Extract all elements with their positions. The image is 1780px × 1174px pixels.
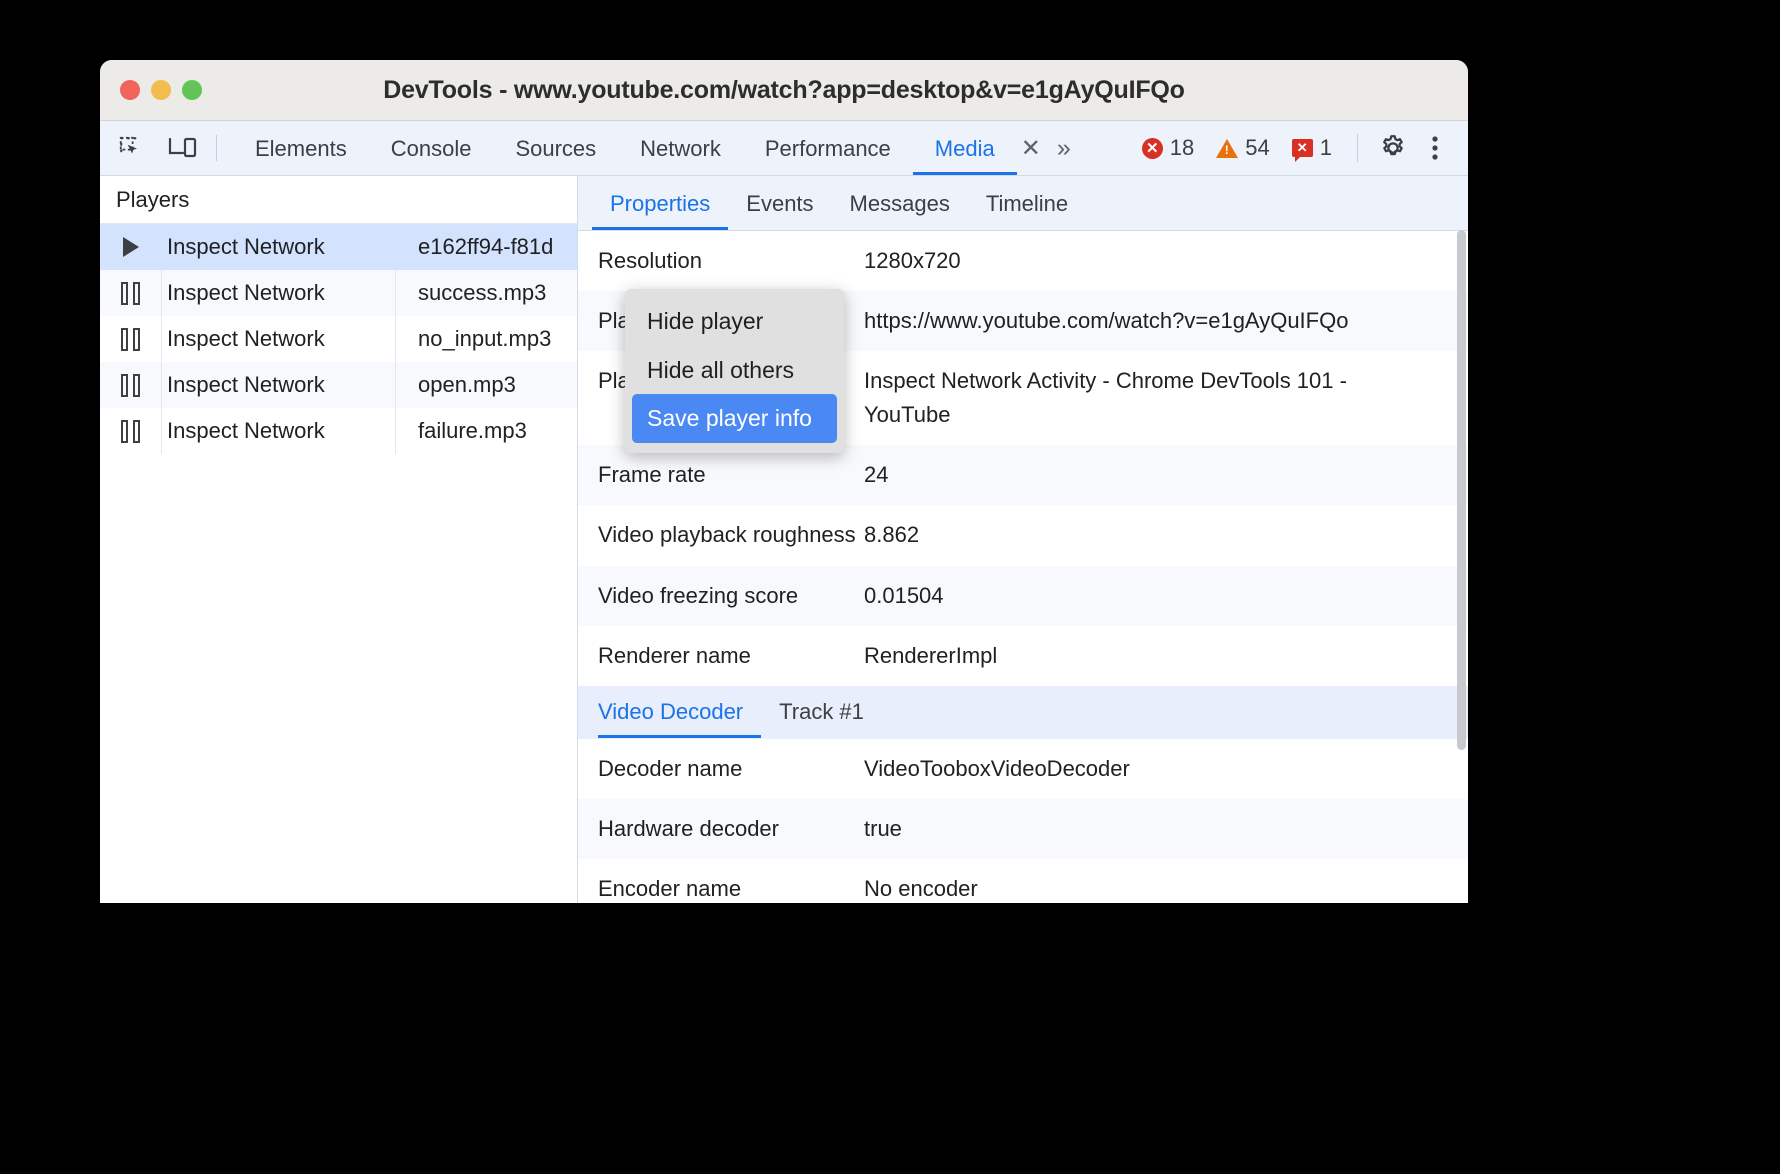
property-row: Video playback roughness 8.862 xyxy=(578,505,1468,565)
devtools-tab-list: Elements Console Sources Network Perform… xyxy=(233,122,1071,175)
issue-counter[interactable]: ✕ 1 xyxy=(1285,135,1339,162)
scrollbar-thumb[interactable] xyxy=(1457,230,1466,750)
tab-video-track-1[interactable]: Track #1 xyxy=(779,686,882,738)
pause-icon xyxy=(100,270,161,316)
kebab-menu-icon[interactable] xyxy=(1418,131,1452,165)
player-name: Inspect Network xyxy=(161,362,396,408)
issue-count: 1 xyxy=(1319,135,1332,160)
property-key: Video freezing score xyxy=(598,582,799,608)
player-name: Inspect Network xyxy=(167,234,325,259)
details-panel: Properties Events Messages Timeline Reso… xyxy=(578,176,1468,903)
property-key: Hardware decoder xyxy=(598,815,779,841)
property-value: https://www.youtube.com/watch?v=e1gAyQuI… xyxy=(864,308,1349,334)
gear-icon[interactable] xyxy=(1376,131,1410,165)
devtools-toolbar: Elements Console Sources Network Perform… xyxy=(100,121,1468,176)
inspect-element-icon[interactable] xyxy=(114,131,148,165)
pause-icon xyxy=(100,408,161,454)
player-id: success.mp3 xyxy=(418,280,547,305)
tab-elements[interactable]: Elements xyxy=(233,122,369,175)
player-row[interactable]: Inspect Network e162ff94-f81d xyxy=(100,224,577,270)
more-tabs-icon[interactable]: » xyxy=(1057,134,1071,163)
tab-events[interactable]: Events xyxy=(728,177,831,230)
tab-properties[interactable]: Properties xyxy=(592,177,728,230)
tab-video-decoder[interactable]: Video Decoder xyxy=(598,686,761,738)
details-tab-list: Properties Events Messages Timeline xyxy=(578,176,1468,231)
property-value: No encoder xyxy=(864,875,978,901)
property-key: Frame rate xyxy=(598,462,706,488)
property-row: Renderer name RendererImpl xyxy=(578,626,1468,686)
pause-icon xyxy=(100,362,161,408)
player-id: open.mp3 xyxy=(418,372,516,397)
property-value: 1280x720 xyxy=(864,248,961,273)
issue-icon: ✕ xyxy=(1291,139,1313,162)
property-value: 8.862 xyxy=(864,522,920,548)
devtools-window: DevTools - www.youtube.com/watch?app=des… xyxy=(100,60,1468,903)
property-value: VideoTooboxVideoDecoder xyxy=(864,755,1130,781)
player-context-menu: Hide player Hide all others Save player … xyxy=(625,289,844,453)
pause-icon xyxy=(100,316,161,362)
toolbar-divider xyxy=(216,135,217,161)
property-key: Video playback roughness xyxy=(598,522,856,548)
status-counters: ✕ 18 54 ✕ 1 xyxy=(1135,131,1468,165)
error-count: 18 xyxy=(1169,135,1195,160)
device-toolbar-icon[interactable] xyxy=(166,131,200,165)
property-value: true xyxy=(864,815,902,841)
error-counter[interactable]: ✕ 18 xyxy=(1135,135,1201,161)
player-name: Inspect Network xyxy=(161,316,396,362)
property-row: Resolution 1280x720 xyxy=(578,231,1468,291)
close-icon[interactable]: ✕ xyxy=(1021,134,1041,163)
property-row: Encoder name No encoder xyxy=(578,859,1468,903)
player-row[interactable]: Inspect Network no_input.mp3 xyxy=(100,316,577,362)
menu-item-hide-all-others[interactable]: Hide all others xyxy=(625,346,844,395)
warning-counter[interactable]: 54 xyxy=(1209,135,1276,161)
menu-item-hide-player[interactable]: Hide player xyxy=(625,297,844,346)
counters-divider xyxy=(1357,134,1358,162)
tab-network[interactable]: Network xyxy=(618,122,743,175)
property-value: RendererImpl xyxy=(864,642,998,668)
property-row: Decoder name VideoTooboxVideoDecoder xyxy=(578,739,1468,799)
warning-count: 54 xyxy=(1245,135,1270,160)
property-key: Decoder name xyxy=(598,755,743,781)
property-row: Frame rate 24 xyxy=(578,445,1468,506)
property-key: Encoder name xyxy=(598,875,742,901)
property-value: 24 xyxy=(864,462,889,488)
player-id: e162ff94-f81d xyxy=(418,234,554,259)
player-name: Inspect Network xyxy=(161,408,396,454)
property-row: Hardware decoder true xyxy=(578,798,1468,859)
player-row[interactable]: Inspect Network failure.mp3 xyxy=(100,408,577,454)
tab-messages[interactable]: Messages xyxy=(832,177,968,230)
play-icon xyxy=(100,224,161,270)
property-key: Renderer name xyxy=(598,642,751,668)
property-row: Video freezing score 0.01504 xyxy=(578,565,1468,626)
window-titlebar: DevTools - www.youtube.com/watch?app=des… xyxy=(100,60,1468,121)
property-key: Resolution xyxy=(598,248,702,273)
property-value: 0.01504 xyxy=(864,582,944,608)
warning-icon xyxy=(1216,138,1239,158)
player-id: failure.mp3 xyxy=(418,418,527,443)
player-row[interactable]: Inspect Network success.mp3 xyxy=(100,270,577,316)
players-panel: Players Inspect Network e162ff94-f81d In… xyxy=(100,176,578,903)
players-header: Players xyxy=(100,176,577,224)
player-row[interactable]: Inspect Network open.mp3 xyxy=(100,362,577,408)
tab-console[interactable]: Console xyxy=(369,122,494,175)
tab-media[interactable]: Media xyxy=(913,122,1017,175)
toolbar-icon-group xyxy=(114,131,200,165)
player-id: no_input.mp3 xyxy=(418,326,552,351)
menu-item-save-player-info[interactable]: Save player info xyxy=(632,394,837,443)
error-icon: ✕ xyxy=(1141,137,1163,159)
tab-sources[interactable]: Sources xyxy=(493,122,618,175)
devtools-body: Players Inspect Network e162ff94-f81d In… xyxy=(100,176,1468,903)
tab-performance[interactable]: Performance xyxy=(743,122,913,175)
properties-scrollbar[interactable] xyxy=(1455,230,1468,903)
video-decoder-tabs: Video Decoder Track #1 xyxy=(578,685,1468,739)
tab-timeline[interactable]: Timeline xyxy=(968,177,1086,230)
property-value: Inspect Network Activity - Chrome DevToo… xyxy=(864,368,1347,428)
window-title: DevTools - www.youtube.com/watch?app=des… xyxy=(383,75,1185,104)
player-name: Inspect Network xyxy=(161,270,396,316)
